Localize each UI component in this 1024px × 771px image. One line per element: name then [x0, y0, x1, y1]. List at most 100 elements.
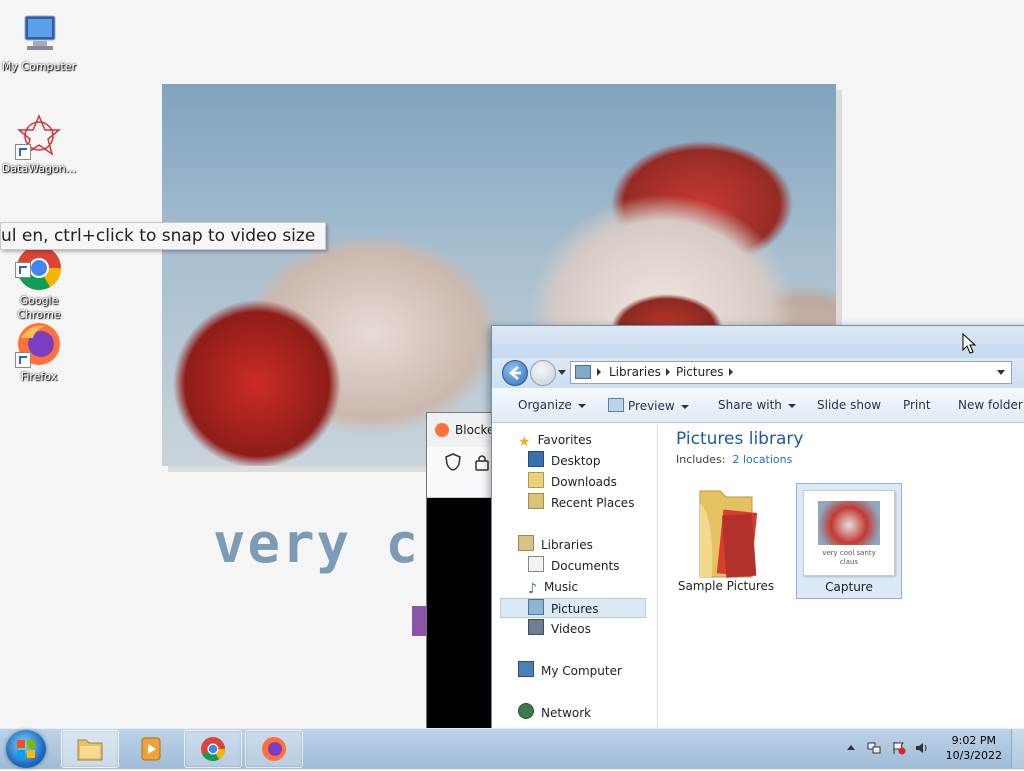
nav-music[interactable]: ♪ Music	[528, 577, 578, 597]
nav-label: Favorites	[537, 433, 592, 447]
desktop-icon-label: My Computer	[1, 60, 77, 73]
breadcrumb-separator-icon	[597, 368, 601, 376]
action-center-flag-icon[interactable]	[892, 741, 906, 755]
share-with-button[interactable]: Share with	[718, 398, 796, 412]
address-row: Libraries Pictures	[492, 358, 1024, 388]
star-icon: ★	[518, 434, 531, 450]
address-dropdown-icon[interactable]	[997, 370, 1005, 375]
santa-thumbnail-image	[818, 501, 880, 545]
firefox-icon	[15, 320, 63, 368]
capture-thumbnail: very cool santy claus	[803, 490, 895, 576]
nav-my-computer[interactable]: My Computer	[518, 661, 622, 681]
taskbar-chrome-button[interactable]	[184, 730, 242, 768]
nav-videos[interactable]: Videos	[528, 619, 591, 639]
recent-places-icon	[528, 493, 544, 509]
pictures-icon	[528, 599, 544, 615]
explorer-titlebar[interactable]	[492, 326, 1024, 358]
nav-label: Music	[543, 580, 579, 594]
wallpaper-mark	[412, 606, 426, 636]
address-bar[interactable]: Libraries Pictures	[570, 361, 1012, 384]
preview-button[interactable]: Preview	[608, 398, 689, 413]
folder-sample-pictures[interactable]: Sample Pictures	[674, 483, 778, 597]
show-hidden-icons-icon[interactable]	[847, 745, 855, 750]
nav-label: My Computer	[541, 664, 622, 678]
organize-label: Organize	[518, 398, 572, 412]
nav-label: Libraries	[541, 538, 593, 552]
slide-show-button[interactable]: Slide show	[817, 398, 881, 412]
back-button[interactable]	[502, 360, 528, 386]
datawagon-icon	[15, 112, 63, 160]
organize-button[interactable]: Organize	[518, 398, 586, 412]
shortcut-arrow-icon	[15, 144, 31, 160]
desktop-icon	[528, 451, 544, 467]
taskbar-media-player-button[interactable]	[122, 730, 180, 768]
downloads-icon	[528, 472, 544, 488]
show-desktop-button[interactable]	[1011, 729, 1024, 768]
taskbar-clock[interactable]: 9:02 PM 10/3/2022	[946, 733, 1002, 763]
shortcut-arrow-icon	[15, 352, 31, 368]
preview-icon	[608, 398, 624, 412]
desktop-icon-label: Firefox	[20, 370, 58, 383]
explorer-window[interactable]: Libraries Pictures Organize Preview Shar…	[491, 325, 1024, 737]
mouse-cursor-icon	[962, 333, 976, 354]
nav-label: Desktop	[551, 454, 601, 468]
network-tray-icon[interactable]	[867, 741, 881, 755]
firefox-tab-icon	[435, 423, 449, 437]
snap-tooltip: ul en, ctrl+click to snap to video size	[0, 222, 327, 250]
nav-favorites[interactable]: ★ Favorites	[518, 430, 592, 450]
clock-date: 10/3/2022	[945, 749, 1002, 762]
nav-pictures[interactable]: Pictures	[500, 598, 646, 618]
wallpaper-text: very c	[213, 512, 421, 575]
taskbar-firefox-button[interactable]	[245, 730, 303, 768]
nav-label: Documents	[551, 559, 620, 573]
taskbar: 9:02 PM 10/3/2022	[0, 728, 1024, 769]
chevron-down-icon	[787, 403, 796, 408]
folder-icon	[699, 490, 758, 578]
computer-icon	[15, 10, 63, 58]
library-title: Pictures library	[676, 429, 804, 449]
pictures-folder-icon	[575, 365, 591, 379]
nav-label: Network	[541, 706, 592, 720]
breadcrumb-separator-icon	[666, 368, 670, 376]
tab-label: Blocke	[455, 423, 495, 437]
music-icon: ♪	[528, 581, 537, 597]
recent-pages-dropdown-icon[interactable]	[558, 370, 566, 375]
file-capture[interactable]: very cool santy claus Capture	[796, 483, 902, 599]
nav-documents[interactable]: Documents	[528, 556, 619, 576]
taskbar-explorer-button[interactable]	[61, 730, 119, 768]
new-folder-button[interactable]: New folder	[958, 398, 1023, 412]
start-button[interactable]	[6, 730, 46, 768]
volume-icon[interactable]	[915, 741, 929, 755]
nav-downloads[interactable]: Downloads	[528, 472, 617, 492]
shield-icon[interactable]	[445, 453, 461, 471]
nav-network[interactable]: Network	[518, 703, 591, 723]
command-bar: Organize Preview Share with Slide show P…	[492, 388, 1024, 423]
thumbnail-caption: very cool santy claus	[822, 549, 876, 566]
navigation-pane: ★ Favorites Desktop Downloads Recent Plac…	[492, 423, 658, 736]
library-content: Pictures library Includes: 2 locations S…	[658, 423, 1024, 736]
desktop-icon-datawagon[interactable]: DataWagon...	[1, 112, 77, 176]
nav-desktop[interactable]: Desktop	[528, 451, 601, 471]
network-icon	[518, 703, 534, 719]
locations-link[interactable]: 2 locations	[732, 453, 792, 466]
back-arrow-icon	[509, 366, 521, 380]
file-label: Capture	[825, 580, 873, 594]
nav-recent-places[interactable]: Recent Places	[528, 493, 634, 513]
desktop-icon-my-computer[interactable]: My Computer	[1, 10, 77, 74]
breadcrumb-libraries[interactable]: Libraries	[609, 365, 661, 379]
nav-label: Pictures	[551, 602, 599, 616]
media-player-icon	[141, 737, 161, 761]
forward-button[interactable]	[530, 360, 556, 386]
folder-icon	[77, 739, 103, 761]
breadcrumb-pictures[interactable]: Pictures	[676, 365, 724, 379]
computer-icon	[518, 661, 534, 677]
firefox-icon	[262, 737, 286, 761]
chevron-down-icon	[680, 404, 689, 409]
nav-libraries[interactable]: Libraries	[518, 535, 593, 555]
folder-label: Sample Pictures	[677, 579, 775, 593]
desktop-icon-firefox[interactable]: Firefox	[1, 320, 77, 384]
lock-icon[interactable]	[475, 453, 489, 471]
nav-label: Recent Places	[551, 496, 635, 510]
print-button[interactable]: Print	[903, 398, 931, 412]
videos-icon	[528, 619, 544, 635]
